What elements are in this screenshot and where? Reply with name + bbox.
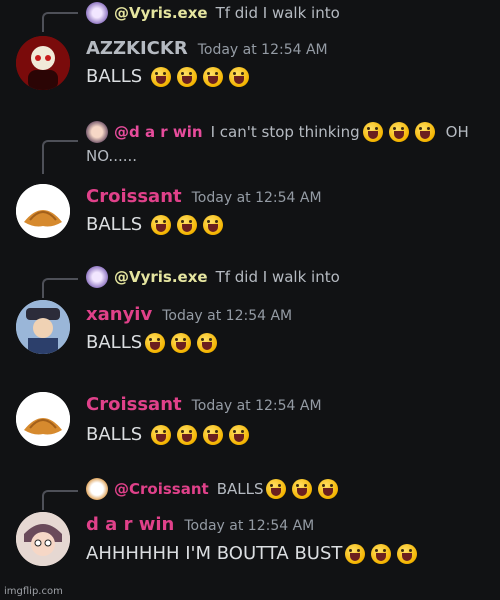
reply-preview[interactable]: @Croissant BALLS: [86, 478, 341, 500]
reply-text: Tf did I walk into: [215, 268, 340, 286]
screaming-emoji-icon: [203, 66, 224, 87]
avatar[interactable]: [16, 392, 70, 446]
avatar-image: [16, 36, 70, 90]
screaming-emoji-icon: [151, 214, 172, 235]
timestamp: Today at 12:54 AM: [162, 308, 293, 324]
message-text: BALLS: [86, 424, 143, 445]
reply-author[interactable]: @Vyris.exe: [114, 268, 208, 286]
reply-connector: [42, 140, 78, 174]
avatar[interactable]: [16, 184, 70, 238]
avatar[interactable]: [16, 512, 70, 566]
screaming-emoji-icon: [203, 214, 224, 235]
screaming-emoji-icon: [345, 543, 366, 564]
screaming-emoji-icon: [177, 66, 198, 87]
reply-connector: [42, 490, 78, 510]
reply-preview[interactable]: @d a r win I can't stop thinking OH: [86, 121, 469, 143]
message-text: AHHHHHH I'M BOUTTA BUST: [86, 543, 343, 564]
reply-avatar: [86, 266, 108, 288]
reply-preview[interactable]: @Vyris.exe Tf did I walk into: [86, 266, 340, 288]
screaming-emoji-icon: [318, 479, 339, 499]
author-name[interactable]: Croissant: [86, 394, 182, 415]
screaming-emoji-icon: [171, 332, 192, 353]
screaming-emoji-icon: [145, 332, 166, 353]
message-content: AHHHHHH I'M BOUTTA BUST: [86, 543, 420, 564]
screaming-emoji-icon: [229, 66, 250, 87]
message-text: BALLS: [86, 66, 143, 87]
screaming-emoji-icon: [414, 122, 435, 142]
screaming-emoji-icon: [292, 479, 313, 499]
timestamp: Today at 12:54 AM: [191, 190, 322, 206]
avatar-image: [16, 512, 70, 566]
reply-connector: [42, 12, 78, 32]
author-name[interactable]: d a r win: [86, 514, 174, 535]
screaming-emoji-icon: [397, 543, 418, 564]
avatar-image: [16, 300, 70, 354]
screaming-emoji-icon: [177, 214, 198, 235]
reply-text: BALLS: [216, 480, 264, 498]
avatar[interactable]: [16, 300, 70, 354]
reply-avatar: [86, 2, 108, 24]
message-content: BALLS: [86, 332, 220, 353]
croissant-avatar-image: [16, 392, 70, 446]
reply-connector: [42, 278, 78, 298]
timestamp: Today at 12:54 AM: [191, 398, 322, 414]
reply-author[interactable]: @d a r win: [114, 123, 203, 141]
timestamp: Today at 12:54 AM: [184, 518, 315, 534]
reply-preview-line-2: NO......: [86, 147, 137, 165]
author-name[interactable]: Croissant: [86, 186, 182, 207]
croissant-avatar-image: [16, 184, 70, 238]
reply-text-line-2: NO......: [86, 147, 138, 165]
reply-avatar: [86, 478, 108, 500]
avatar[interactable]: [16, 36, 70, 90]
reply-author[interactable]: @Vyris.exe: [114, 4, 208, 22]
screaming-emoji-icon: [371, 543, 392, 564]
watermark: imgflip.com: [4, 586, 63, 597]
screaming-emoji-icon: [388, 122, 409, 142]
author-name[interactable]: AZZKICKR: [86, 38, 188, 59]
reply-avatar: [86, 121, 108, 143]
author-name[interactable]: xanyiv: [86, 304, 152, 325]
screaming-emoji-icon: [203, 424, 224, 445]
screaming-emoji-icon: [197, 332, 218, 353]
reply-preview[interactable]: @Vyris.exe Tf did I walk into: [86, 2, 340, 24]
message-content: BALLS: [86, 424, 252, 445]
reply-author[interactable]: @Croissant: [114, 480, 209, 498]
screaming-emoji-icon: [362, 122, 383, 142]
timestamp: Today at 12:54 AM: [197, 42, 328, 58]
screaming-emoji-icon: [151, 66, 172, 87]
screaming-emoji-icon: [151, 424, 172, 445]
reply-text-continued: OH: [445, 123, 469, 141]
message-content: BALLS: [86, 214, 226, 235]
screaming-emoji-icon: [266, 479, 287, 499]
screaming-emoji-icon: [177, 424, 198, 445]
screaming-emoji-icon: [229, 424, 250, 445]
reply-text: Tf did I walk into: [215, 4, 340, 22]
message-text: BALLS: [86, 214, 143, 235]
reply-text: I can't stop thinking: [210, 123, 360, 141]
message-content: BALLS: [86, 66, 252, 87]
message-text: BALLS: [86, 332, 143, 353]
